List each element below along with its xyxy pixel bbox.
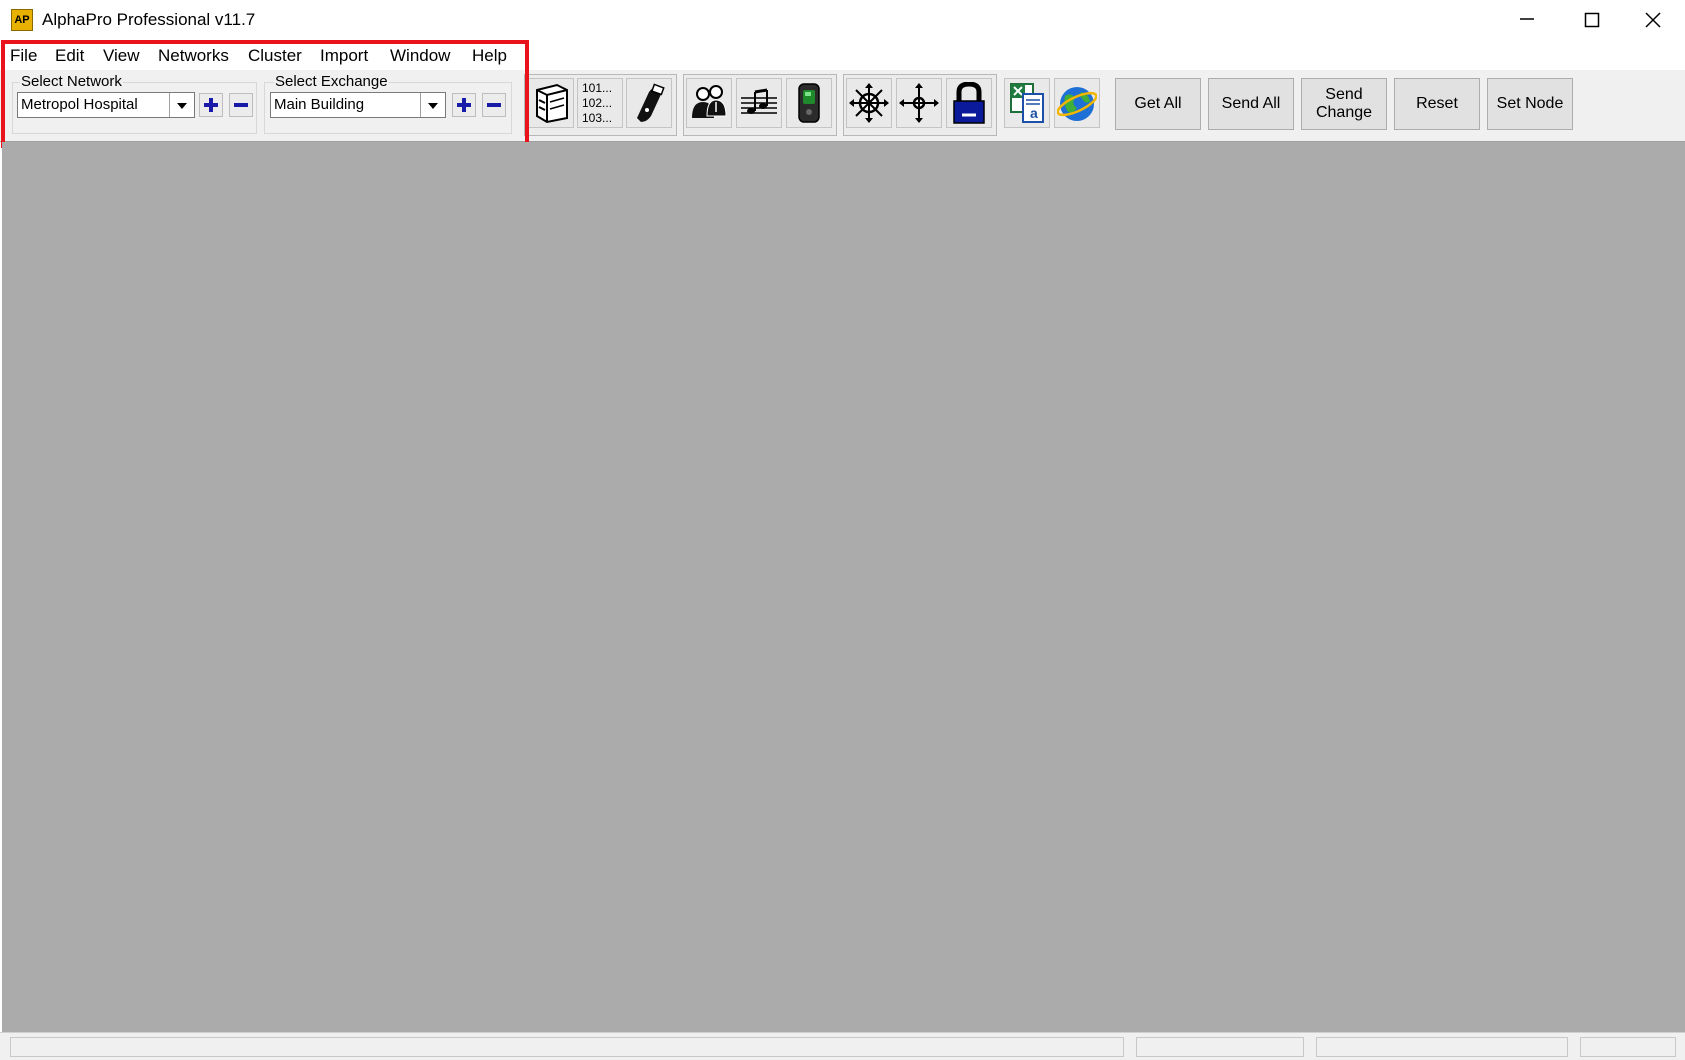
set-node-label: Set Node: [1496, 95, 1564, 112]
padlock-button[interactable]: [946, 78, 992, 128]
mdi-workspace: [2, 142, 1685, 1032]
network-expand-icon: [849, 83, 889, 123]
door-station-icon: [798, 83, 820, 123]
reset-label: Reset: [1416, 95, 1458, 112]
status-pane-main: [10, 1037, 1124, 1057]
status-pane-2: [1136, 1037, 1304, 1057]
minimize-button[interactable]: [1495, 0, 1559, 40]
toolbar: Select Network Metropol Hospital Select …: [0, 70, 1685, 142]
remove-network-button[interactable]: [229, 93, 253, 117]
excel-export-button[interactable]: a: [1004, 78, 1050, 128]
window-title: AlphaPro Professional v11.7: [42, 10, 256, 29]
maximize-icon: [1584, 12, 1600, 28]
select-network-label: Select Network: [20, 73, 123, 90]
users-group-button[interactable]: [686, 78, 732, 128]
number-list-button[interactable]: 101... 102... 103...: [577, 78, 623, 128]
set-node-button[interactable]: Set Node: [1487, 78, 1573, 130]
menu-import[interactable]: Import: [320, 46, 368, 66]
number-list-line: 103...: [582, 111, 613, 125]
send-change-line2: Change: [1315, 104, 1373, 121]
handset-button[interactable]: [626, 78, 672, 128]
exchange-cabinet-icon: [536, 83, 568, 124]
network-node-button[interactable]: [896, 78, 942, 128]
add-network-button[interactable]: [199, 93, 223, 117]
reset-button[interactable]: Reset: [1394, 78, 1480, 130]
menu-window[interactable]: Window: [390, 46, 450, 66]
status-bar: [0, 1032, 1685, 1060]
svg-text:a: a: [1030, 105, 1038, 121]
menu-bar: File Edit View Networks Cluster Import W…: [0, 40, 1685, 70]
network-expand-button[interactable]: [846, 78, 892, 128]
send-change-label: Send Change: [1316, 86, 1372, 122]
chevron-down-icon[interactable]: [169, 93, 194, 117]
remove-exchange-button[interactable]: [482, 93, 506, 117]
close-icon: [1645, 12, 1661, 28]
status-pane-3: [1316, 1037, 1568, 1057]
minimize-icon: [1520, 18, 1534, 20]
send-change-line1: Send: [1325, 86, 1363, 103]
app-logo-icon: AP: [11, 9, 33, 31]
send-all-button[interactable]: Send All: [1208, 78, 1294, 130]
chevron-down-icon[interactable]: [420, 93, 445, 117]
maximize-button[interactable]: [1560, 0, 1624, 40]
network-node-icon: [899, 83, 939, 123]
excel-export-icon: a: [1010, 83, 1044, 123]
music-on-hold-button[interactable]: [736, 78, 782, 128]
menu-help[interactable]: Help: [472, 46, 507, 66]
exchange-select[interactable]: Main Building: [270, 92, 446, 118]
network-select[interactable]: Metropol Hospital: [17, 92, 195, 118]
add-exchange-button[interactable]: [452, 93, 476, 117]
exchange-select-value: Main Building: [274, 96, 365, 113]
status-pane-4: [1580, 1037, 1676, 1057]
number-list-line: 102...: [582, 96, 613, 110]
title-bar: AP AlphaPro Professional v11.7: [0, 0, 1685, 40]
exchange-cabinet-button[interactable]: [528, 78, 574, 128]
network-select-value: Metropol Hospital: [21, 96, 138, 113]
door-station-button[interactable]: [786, 78, 832, 128]
get-all-label: Get All: [1134, 95, 1182, 112]
send-change-button[interactable]: Send Change: [1301, 78, 1387, 130]
select-exchange-label: Select Exchange: [274, 73, 389, 90]
menu-networks[interactable]: Networks: [158, 46, 229, 66]
menu-cluster[interactable]: Cluster: [248, 46, 302, 66]
menu-edit[interactable]: Edit: [55, 46, 84, 66]
music-on-hold-icon: [741, 88, 777, 114]
close-button[interactable]: [1621, 0, 1685, 40]
get-all-button[interactable]: Get All: [1115, 78, 1201, 130]
send-all-label: Send All: [1221, 95, 1281, 112]
padlock-icon: [953, 82, 985, 124]
number-list-icon: 101... 102... 103...: [582, 81, 612, 126]
internet-globe-icon: [1057, 87, 1097, 121]
handset-icon: [637, 83, 665, 122]
menu-view[interactable]: View: [103, 46, 140, 66]
number-list-line: 101...: [582, 81, 613, 95]
users-group-icon: [692, 85, 727, 118]
menu-file[interactable]: File: [10, 46, 37, 66]
internet-globe-button[interactable]: [1054, 78, 1100, 128]
